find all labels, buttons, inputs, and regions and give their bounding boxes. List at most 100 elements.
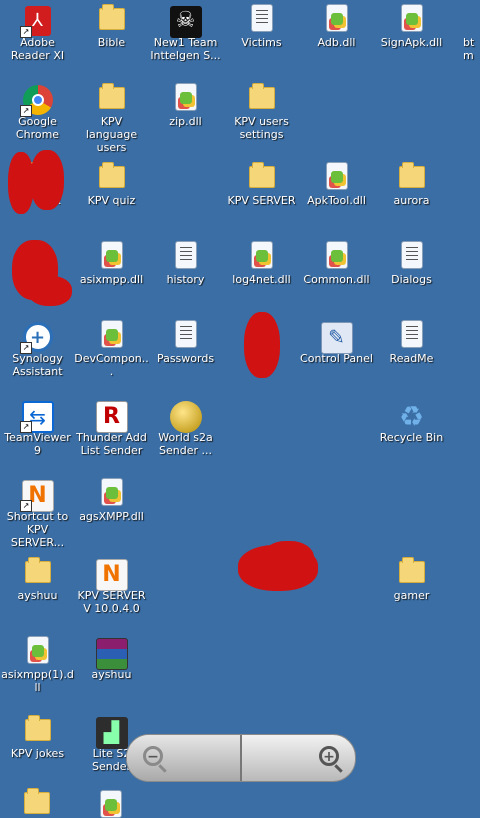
icon-label: Dialogs — [391, 273, 432, 286]
desktop[interactable]: ↗ Adobe Reader XI Bible New1 Team Inttel… — [0, 0, 480, 818]
icon-label: World s2a Sender ... — [158, 431, 213, 457]
desktop-icon-teamviewer[interactable]: ↗ TeamViewer 9 — [0, 395, 75, 474]
desktop-icon-adobe-reader[interactable]: ↗ Adobe Reader XI — [0, 0, 75, 79]
desktop-icon-kpv-server[interactable]: KPV SERVER — [224, 158, 299, 237]
icon-label: DevCompon... — [74, 352, 149, 378]
desktop-icon-thunder-add-list-sender[interactable]: Thunder Add List Sender — [74, 395, 149, 474]
icon-label: KPV users settings — [234, 115, 289, 141]
desktop-icon-zip-dll[interactable]: zip.dll — [148, 79, 223, 158]
desktop-icon-btm[interactable]: btm — [440, 0, 480, 79]
icon-label: Adobe Reader XI — [10, 36, 65, 62]
folder-icon — [24, 715, 51, 741]
desktop-icon-kpv-language-users[interactable]: KPV language users — [74, 79, 149, 158]
zoom-out-symbol: − — [147, 749, 159, 765]
desktop-icon-common-dll[interactable]: Common.dll — [299, 237, 374, 316]
desktop-icon-control-panel[interactable]: Control Panel — [299, 316, 374, 395]
desktop-icon-passwords[interactable]: Passwords — [148, 316, 223, 395]
desktop-icon-ayshuu-archive[interactable]: ayshuu — [74, 632, 149, 711]
redaction-blob — [244, 312, 280, 378]
folder-icon — [98, 83, 125, 109]
icon-label: asixmpp.dll — [79, 273, 144, 286]
zoom-out-button[interactable]: − — [127, 735, 240, 781]
folder-icon — [398, 162, 425, 188]
desktop-icon-readme[interactable]: ReadMe — [374, 316, 449, 395]
skull-icon — [169, 6, 202, 38]
icon-label: ayshuu — [17, 589, 58, 602]
desktop-icon-new1-team[interactable]: New1 Team Inttelgen S... — [148, 0, 223, 79]
zoom-in-symbol: + — [323, 749, 335, 765]
dll-icon — [325, 162, 348, 190]
icon-label: Passwords — [156, 352, 215, 365]
desktop-icon-kpv-users-settings[interactable]: KPV users settings — [224, 79, 299, 158]
icon-label: zip.dll — [169, 115, 202, 128]
desktop-icon-world-s2a-sender[interactable]: World s2a Sender ... — [148, 395, 223, 474]
kpv-server-app-icon — [95, 559, 128, 591]
desktop-icon-adb-dll[interactable]: Adb.dll — [299, 0, 374, 79]
zoom-in-icon: + — [319, 746, 339, 766]
folder-icon — [24, 557, 51, 583]
folder-icon — [248, 162, 275, 188]
icon-label: ayshuu — [91, 668, 132, 681]
icon-label: Google Chrome — [15, 115, 60, 141]
desktop-icon-aurora[interactable]: aurora — [374, 158, 449, 237]
recycle-bin-icon — [396, 400, 428, 433]
icon-label: New1 Team Inttelgen S... — [150, 36, 221, 62]
desktop-icon-signapk-dll[interactable]: SignApk.dll — [374, 0, 449, 79]
desktop-icon-gamer[interactable]: gamer — [374, 553, 449, 632]
icon-label: aurora — [393, 194, 430, 207]
desktop-icon-kpv-jokes[interactable]: KPV jokes — [0, 711, 75, 790]
desktop-icon-google-chrome[interactable]: ↗ Google Chrome — [0, 79, 75, 158]
redaction-blob — [262, 541, 314, 577]
icon-label: btm — [463, 36, 475, 62]
icon-label: ReadMe — [389, 352, 434, 365]
icon-label: KPV quiz — [87, 194, 136, 207]
icon-label: Victims — [241, 36, 282, 49]
winrar-icon — [95, 638, 128, 670]
thunder-icon — [95, 401, 128, 433]
lite-sender-icon — [95, 717, 128, 749]
desktop-icon-victims[interactable]: Victims — [224, 0, 299, 79]
desktop-icon-log4net-dll[interactable]: log4net.dll — [224, 237, 299, 316]
desktop-icon-synology-assistant[interactable]: ↗ Synology Assistant — [0, 316, 75, 395]
icon-label: KPV language users — [85, 115, 138, 154]
text-file-icon — [400, 320, 423, 348]
dll-icon — [325, 241, 348, 269]
globe-icon — [169, 401, 202, 433]
icon-label: Shortcut to KPV SERVER... — [6, 510, 69, 549]
desktop-icon-recycle-bin[interactable]: Recycle Bin — [374, 395, 449, 474]
redaction-blob — [30, 150, 64, 210]
icon-label: asixmpp(1).dll — [1, 668, 74, 694]
desktop-icon-apktool-dll[interactable]: ApkTool.dll — [299, 158, 374, 237]
desktop-icon-devcomponents[interactable]: DevCompon... — [74, 316, 149, 395]
desktop-icon-shortcut-kpv-server[interactable]: ↗ Shortcut to KPV SERVER... — [0, 474, 75, 553]
folder-icon — [24, 788, 50, 814]
dll-icon — [100, 790, 122, 818]
icon-label: SignApk.dll — [380, 36, 443, 49]
desktop-icon-asixmpp-dll[interactable]: asixmpp.dll — [74, 237, 149, 316]
desktop-icon-agsxmpp-dll[interactable]: agsXMPP.dll — [74, 474, 149, 553]
icon-label: Bible — [97, 36, 126, 49]
redaction-blob — [28, 276, 72, 306]
icon-label: KPV SERVER V 10.0.4.0 — [77, 589, 146, 615]
desktop-icon-asixmpp1-dll[interactable]: asixmpp(1).dll — [0, 632, 75, 711]
desktop-icon-bible[interactable]: Bible — [74, 0, 149, 79]
dll-icon — [100, 478, 123, 506]
folder-icon — [248, 83, 275, 109]
desktop-icon-ayshuu-folder[interactable]: ayshuu — [0, 553, 75, 632]
folder-icon — [398, 557, 425, 583]
desktop-icon-history[interactable]: history — [148, 237, 223, 316]
control-panel-icon — [320, 322, 353, 354]
icon-label: KPV SERVER — [227, 194, 296, 207]
folder-icon — [98, 162, 125, 188]
desktop-icon-dialogs[interactable]: Dialogs — [374, 237, 449, 316]
icon-label: gamer — [393, 589, 430, 602]
desktop-icon-kpv-server-v10[interactable]: KPV SERVER V 10.0.4.0 — [74, 553, 149, 632]
dll-icon — [250, 241, 273, 269]
dll-icon — [26, 636, 49, 664]
zoom-in-button[interactable]: + — [242, 735, 355, 781]
icon-label: Adb.dll — [317, 36, 356, 49]
desktop-icon-kpv-quiz[interactable]: KPV quiz — [74, 158, 149, 237]
icon-label: history — [166, 273, 205, 286]
folder-icon — [98, 4, 125, 30]
icon-label: TeamViewer 9 — [4, 431, 71, 457]
